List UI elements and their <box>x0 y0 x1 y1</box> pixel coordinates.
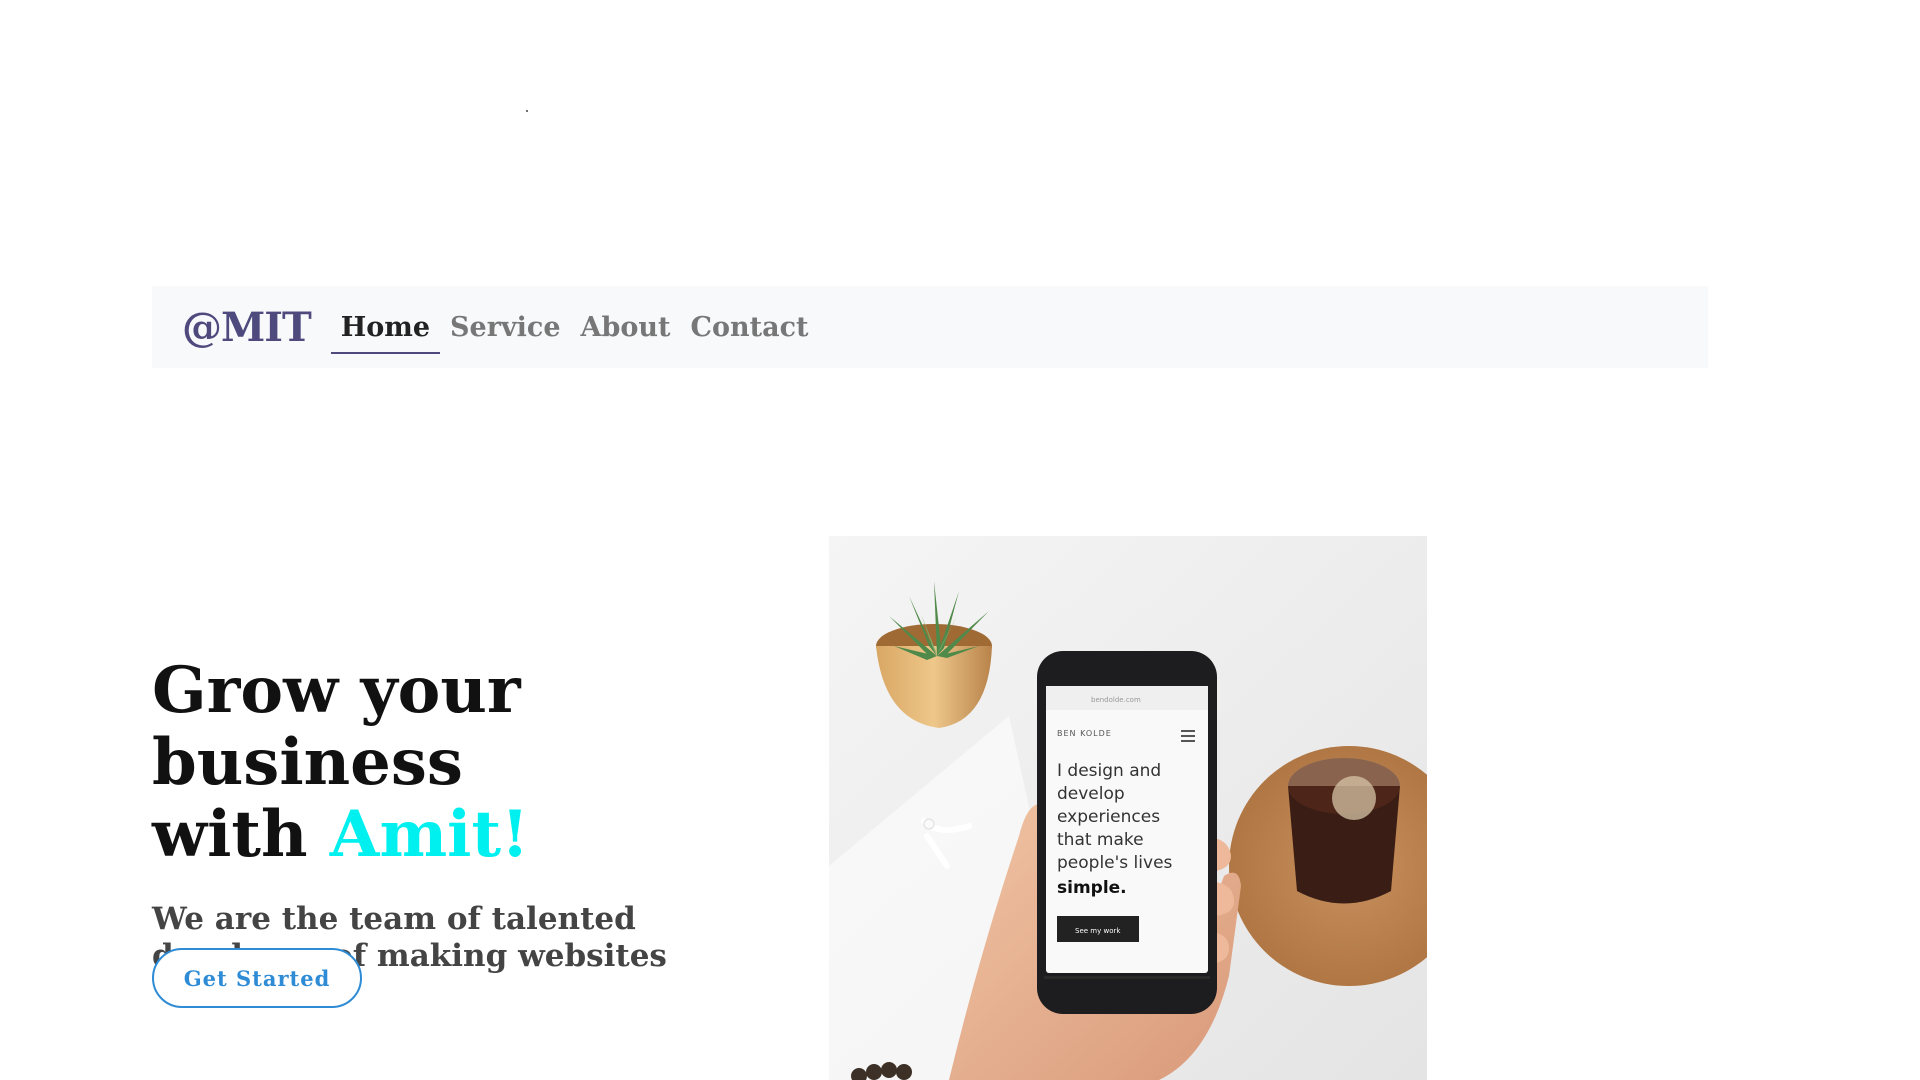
nav-link-service[interactable]: Service <box>440 286 570 368</box>
hero-photo: bendolde.com BEN KOLDE I design and deve… <box>829 536 1427 1080</box>
phone-button-label: See my work <box>1075 927 1121 935</box>
hero-title-line1: Grow your business <box>152 653 521 800</box>
hero-photo-illustration: bendolde.com BEN KOLDE I design and deve… <box>829 536 1427 1080</box>
get-started-button[interactable]: Get Started <box>152 948 362 1008</box>
nav-link-home[interactable]: Home <box>330 286 441 368</box>
navbar: @MIT Home Service About Contact <box>152 286 1708 368</box>
decorative-dot <box>526 110 528 112</box>
hero-title: Grow your business with Amit! <box>152 655 812 871</box>
phone-headline-2: develop <box>1057 784 1125 804</box>
hero-title-prefix: with <box>152 797 330 872</box>
hero-title-accent: Amit! <box>329 797 530 872</box>
brand-logo[interactable]: @MIT <box>182 304 312 351</box>
phone-headline-4: that make <box>1057 830 1144 850</box>
nav-link-about[interactable]: About <box>571 286 681 368</box>
nav-links: Home Service About Contact <box>330 286 819 368</box>
phone-headline-5: people's lives <box>1057 853 1173 873</box>
svg-text:bendolde.com: bendolde.com <box>1091 696 1141 704</box>
phone-headline-3: experiences <box>1057 807 1160 827</box>
phone-headline-emphasis: simple. <box>1057 878 1127 898</box>
nav-link-contact[interactable]: Contact <box>680 286 818 368</box>
phone-site-label: BEN KOLDE <box>1057 729 1112 738</box>
hero-text: Grow your business with Amit! We are the… <box>152 655 812 975</box>
phone-headline-1: I design and <box>1057 761 1161 781</box>
